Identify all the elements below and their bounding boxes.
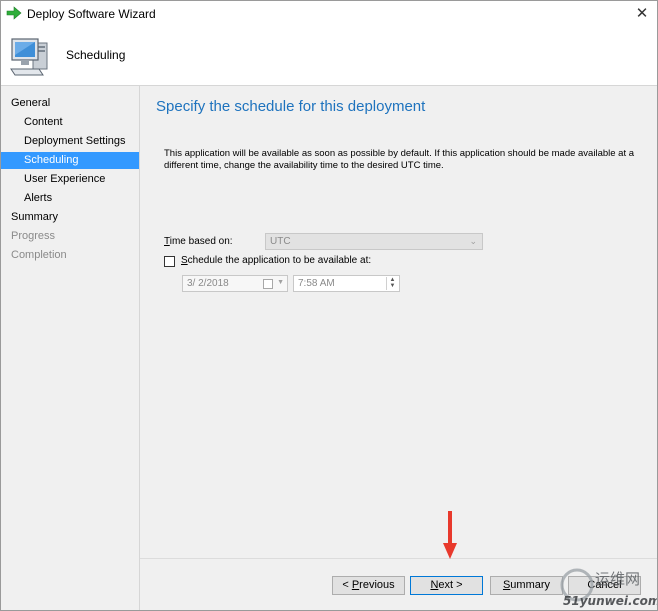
time-based-on-value: UTC (270, 236, 291, 247)
wizard-nav: General Content Deployment Settings Sche… (1, 86, 140, 610)
nav-item-alerts[interactable]: Alerts (1, 190, 139, 207)
availability-time-picker[interactable]: 7:58 AM ▲ ▼ (293, 275, 400, 292)
deploy-software-wizard-window: Deploy Software Wizard ✕ Scheduling Gene… (0, 0, 658, 611)
summary-label: ummary (510, 579, 551, 591)
window-title: Deploy Software Wizard (27, 7, 156, 21)
nav-item-user-experience[interactable]: User Experience (1, 171, 139, 188)
watermark-line2: 51yunwei.com (563, 594, 657, 608)
schedule-availability-checkbox[interactable] (164, 256, 175, 267)
availability-time-value: 7:58 AM (298, 278, 335, 289)
summary-button[interactable]: Summary (490, 576, 563, 595)
time-based-on-label-text: ime based on: (169, 236, 233, 247)
chevron-down-icon: ⌄ (469, 236, 477, 246)
availability-date-picker[interactable]: 3/ 2/2018 ▼ (182, 275, 288, 292)
previous-label: revious (359, 579, 395, 591)
nav-item-deployment-settings[interactable]: Deployment Settings (1, 133, 139, 150)
watermark-logo: 运维网 51yunwei.com (560, 568, 657, 608)
wizard-header: Scheduling (1, 27, 657, 86)
schedule-availability-accesskey: S (181, 255, 188, 266)
next-label: ext > (438, 579, 463, 591)
red-arrow-annotation-icon (443, 511, 457, 559)
nav-item-completion: Completion (11, 249, 67, 261)
time-spinner[interactable]: ▲ ▼ (386, 277, 398, 290)
next-button[interactable]: Next > (410, 576, 483, 595)
page-heading: Specify the schedule for this deployment (156, 98, 426, 115)
page-description: This application will be available as so… (164, 148, 635, 171)
time-based-on-label: Time based on: (164, 236, 233, 247)
scheduling-page: Specify the schedule for this deployment… (140, 86, 657, 558)
nav-item-content[interactable]: Content (1, 114, 139, 131)
date-dropdown-icon: ▼ (277, 279, 284, 286)
title-bar: Deploy Software Wizard ✕ (1, 1, 657, 27)
watermark-line1: 运维网 (595, 570, 640, 588)
nav-item-progress: Progress (11, 230, 56, 242)
availability-date-value: 3/ 2/2018 (187, 278, 229, 289)
close-button[interactable]: ✕ (627, 1, 657, 27)
time-based-on-select[interactable]: UTC ⌄ (265, 233, 483, 250)
previous-prefix: < (342, 579, 352, 591)
computer-monitor-icon (10, 38, 48, 76)
spin-down-icon[interactable]: ▼ (387, 283, 398, 289)
previous-button[interactable]: < Previous (332, 576, 405, 595)
calendar-icon (263, 279, 273, 289)
nav-item-scheduling[interactable]: Scheduling (1, 152, 139, 169)
schedule-availability-label[interactable]: Schedule the application to be available… (181, 255, 371, 266)
green-arrow-icon (6, 6, 22, 20)
nav-item-general[interactable]: General (1, 95, 139, 112)
header-title: Scheduling (66, 48, 126, 62)
schedule-availability-label-text: chedule the application to be available … (187, 255, 372, 266)
nav-item-summary[interactable]: Summary (1, 209, 139, 226)
